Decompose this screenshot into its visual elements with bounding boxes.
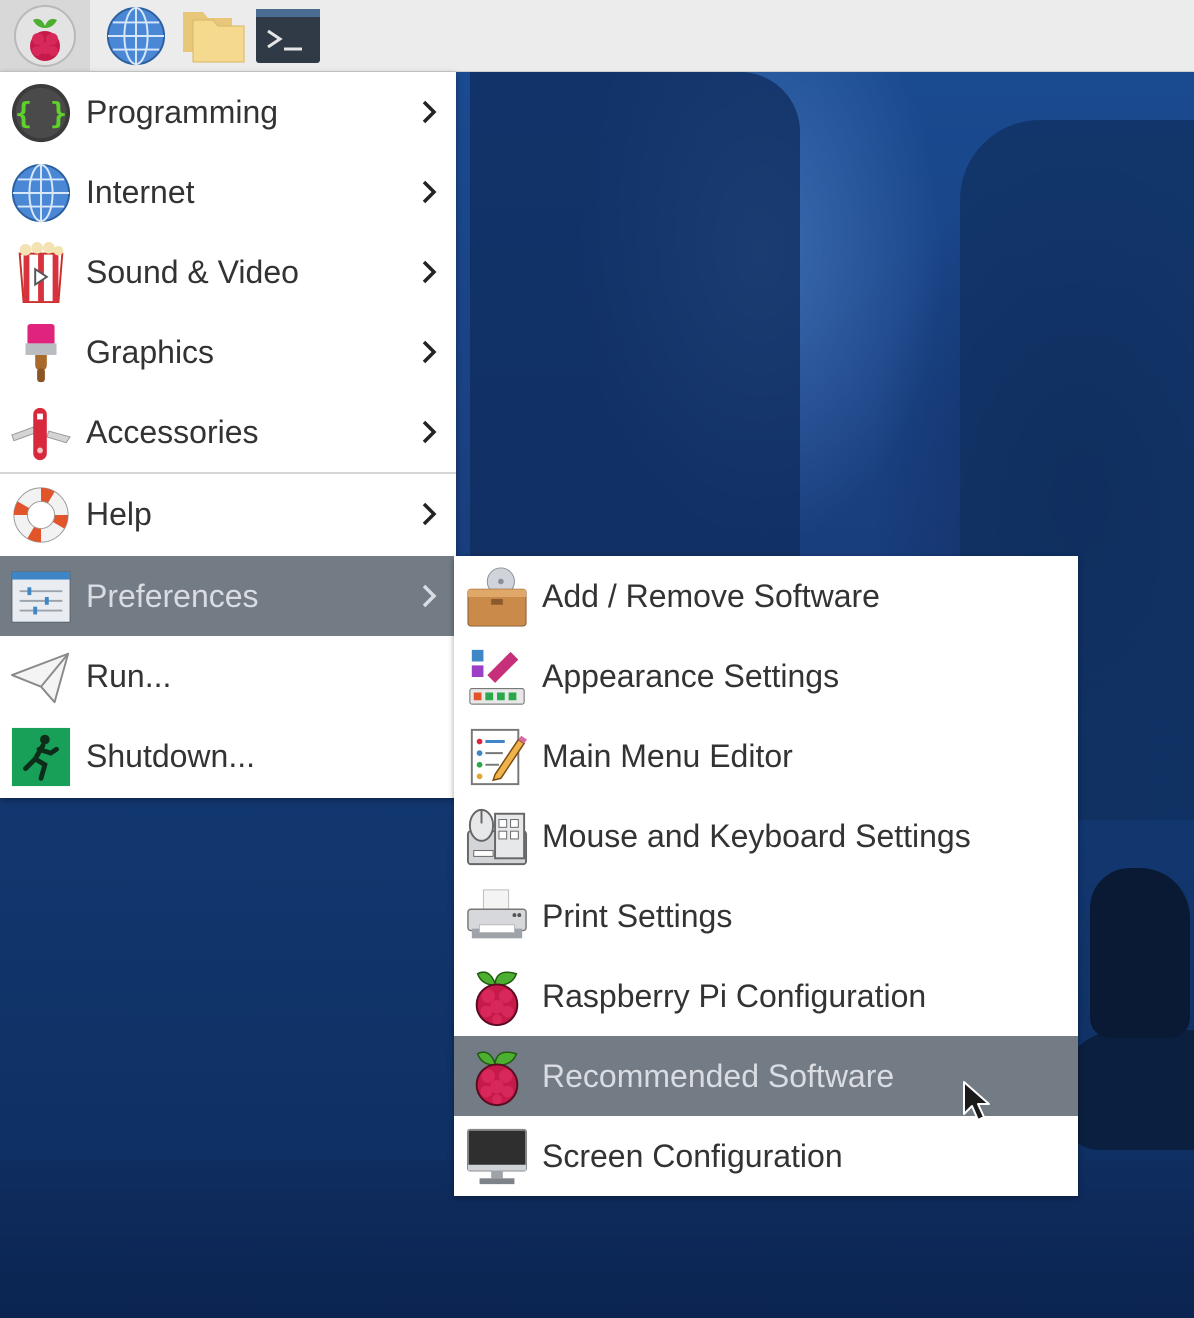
- menu-item-label: Accessories: [86, 413, 259, 450]
- svg-text:{ }: { }: [15, 97, 67, 131]
- applications-menu-button[interactable]: [0, 0, 90, 71]
- raspberry-icon: [475, 971, 519, 1027]
- menu-item-programming[interactable]: { } Programming: [0, 72, 456, 152]
- submenu-item-screen-configuration[interactable]: Screen Configuration: [454, 1116, 1078, 1196]
- menu-item-label: Programming: [86, 93, 279, 130]
- submenu-item-add-remove-software[interactable]: Add / Remove Software: [454, 556, 1078, 636]
- menu-item-label: Shutdown...: [86, 737, 255, 774]
- lifebuoy-icon: [13, 487, 69, 543]
- submenu-item-label: Main Menu Editor: [542, 737, 793, 774]
- settings-sliders-icon: [11, 571, 71, 623]
- mouse-cursor-icon: [963, 1081, 990, 1121]
- menu-item-label: Graphics: [86, 333, 215, 370]
- chevron-right-icon: [422, 180, 437, 204]
- menu-item-graphics[interactable]: Graphics: [0, 312, 456, 392]
- paintbrush-icon: [25, 323, 57, 383]
- menu-item-label: Help: [86, 495, 152, 532]
- submenu-item-print-settings[interactable]: Print Settings: [454, 876, 1078, 956]
- chevron-right-icon: [422, 584, 437, 608]
- applications-menu: { } Programming Internet Sound & Video G…: [0, 72, 456, 798]
- web-browser-button[interactable]: [98, 0, 174, 71]
- submenu-item-label: Add / Remove Software: [542, 577, 880, 614]
- chevron-right-icon: [422, 100, 437, 124]
- wallpaper-cliff: [470, 72, 800, 592]
- pocket-knife-icon: [11, 407, 71, 461]
- package-icon: [467, 567, 527, 627]
- wallpaper-bird: [1090, 868, 1190, 1038]
- menu-item-internet[interactable]: Internet: [0, 152, 456, 232]
- submenu-item-label: Mouse and Keyboard Settings: [542, 817, 971, 854]
- submenu-item-label: Recommended Software: [542, 1057, 895, 1094]
- submenu-item-raspberry-pi-configuration[interactable]: Raspberry Pi Configuration: [454, 956, 1078, 1036]
- braces-icon: { }: [11, 83, 71, 143]
- submenu-item-appearance-settings[interactable]: Appearance Settings: [454, 636, 1078, 716]
- menu-item-preferences[interactable]: Preferences: [0, 556, 456, 636]
- file-manager-icon: [183, 11, 245, 62]
- submenu-item-label: Raspberry Pi Configuration: [542, 977, 927, 1014]
- menu-item-help[interactable]: Help: [0, 474, 456, 554]
- globe-icon: [11, 163, 71, 223]
- exit-icon: [11, 727, 71, 787]
- menu-item-accessories[interactable]: Accessories: [0, 392, 456, 472]
- monitor-icon: [466, 1128, 528, 1185]
- web-browser-icon: [106, 6, 166, 65]
- submenu-item-label: Screen Configuration: [542, 1137, 843, 1174]
- menu-item-sound-video[interactable]: Sound & Video: [0, 232, 456, 312]
- menu-item-label: Preferences: [86, 577, 259, 614]
- chevron-right-icon: [422, 340, 437, 364]
- menu-item-label: Internet: [86, 173, 195, 210]
- terminal-button[interactable]: [252, 0, 324, 71]
- submenu-item-label: Print Settings: [542, 897, 733, 934]
- submenu-item-main-menu-editor[interactable]: Main Menu Editor: [454, 716, 1078, 796]
- paper-plane-icon: [10, 652, 70, 704]
- wallpaper-rock: [1060, 1030, 1194, 1150]
- popcorn-icon: [18, 242, 64, 304]
- taskbar: [0, 0, 1194, 72]
- chevron-right-icon: [422, 260, 437, 284]
- chevron-right-icon: [422, 502, 437, 526]
- raspberry-icon: [475, 1051, 519, 1107]
- file-manager-button[interactable]: [176, 0, 252, 71]
- menu-item-run[interactable]: Run...: [0, 636, 456, 716]
- menu-item-label: Run...: [86, 657, 172, 694]
- menu-item-shutdown[interactable]: Shutdown...: [0, 716, 456, 796]
- chevron-right-icon: [422, 420, 437, 444]
- palette-icon: [469, 649, 525, 705]
- raspberry-icon: [14, 4, 76, 67]
- mouse-keyboard-icon: [466, 808, 528, 866]
- printer-icon: [467, 889, 527, 939]
- menu-editor-icon: [470, 728, 528, 786]
- terminal-icon: [256, 8, 320, 63]
- menu-item-label: Sound & Video: [86, 253, 299, 290]
- submenu-item-label: Appearance Settings: [542, 657, 840, 694]
- submenu-item-mouse-keyboard-settings[interactable]: Mouse and Keyboard Settings: [454, 796, 1078, 876]
